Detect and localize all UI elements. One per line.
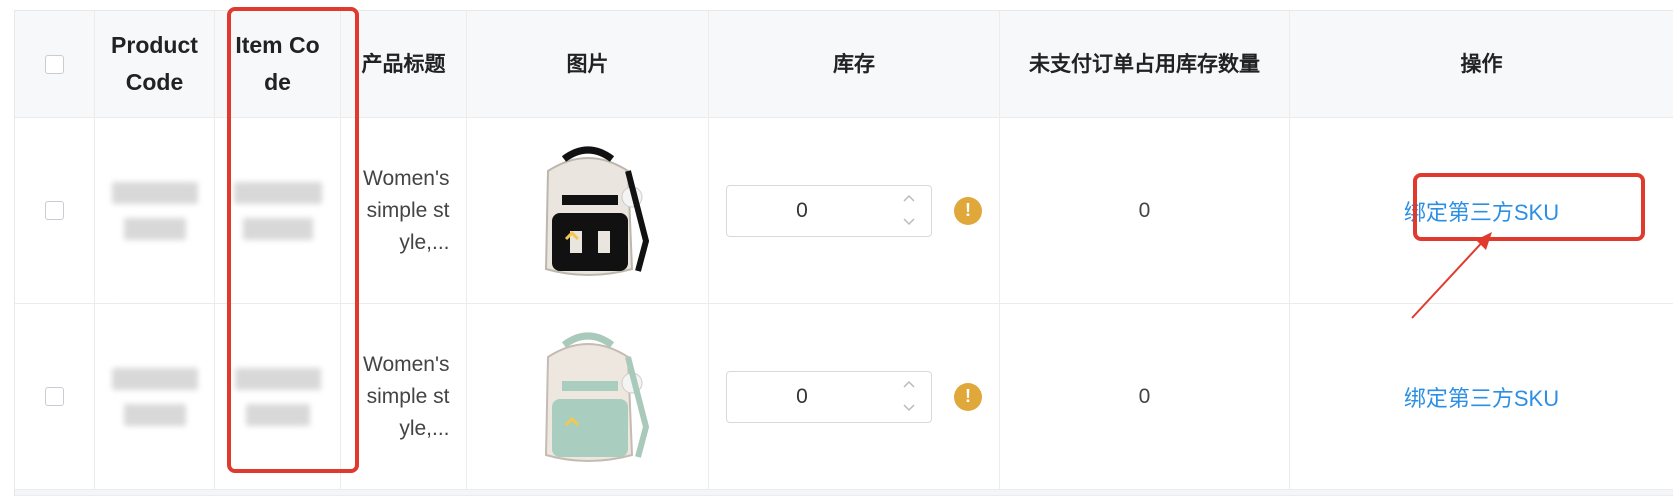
chevron-down-icon[interactable]	[903, 400, 915, 412]
select-all-checkbox[interactable]	[45, 54, 64, 74]
header-title: 产品标题	[341, 11, 467, 118]
warning-icon[interactable]: !	[954, 196, 982, 225]
row2-item-code	[215, 304, 341, 490]
row2-product-code	[95, 304, 215, 490]
backpack-black-white-image	[505, 130, 670, 291]
row2-select	[15, 304, 95, 490]
row2-unpaid-value: 0	[1138, 384, 1151, 408]
header-title-label: 产品标题	[361, 52, 446, 76]
row1-unpaid-value: 0	[1138, 198, 1151, 222]
header-actions-label: 操作	[1460, 52, 1503, 76]
header-select-all	[15, 11, 95, 118]
row2-stock-input[interactable]: 0	[726, 370, 932, 423]
header-actions: 操作	[1290, 11, 1673, 118]
header-stock: 库存	[709, 11, 1000, 118]
row1-stock-value: 0	[796, 198, 808, 222]
row1-stock-input[interactable]: 0	[726, 184, 932, 237]
header-image-label: 图片	[566, 52, 609, 76]
backpack-green-white-image	[505, 316, 670, 477]
row2-title-text: Women's simple style,...	[363, 352, 450, 440]
row2-stock-value: 0	[796, 384, 808, 408]
sku-table: Product Code Item Code 产品标题 图片 库存 未支付订单占…	[14, 10, 1673, 496]
chevron-up-icon[interactable]	[903, 192, 915, 204]
row1-stock: 0 !	[709, 118, 1000, 304]
row1-unpaid: 0	[1000, 118, 1290, 304]
row2-product-code-redacted	[111, 367, 198, 426]
row1-checkbox[interactable]	[45, 201, 64, 220]
row1-bind-sku-link[interactable]: 绑定第三方SKU	[1404, 195, 1559, 227]
header-item-code-label: Item Code	[235, 32, 320, 95]
row2-bind-sku-link[interactable]: 绑定第三方SKU	[1404, 381, 1559, 413]
row2-checkbox[interactable]	[45, 387, 64, 406]
row2-title: Women's simple style,...	[341, 304, 467, 490]
header-unpaid-stock: 未支付订单占用库存数量	[1000, 11, 1290, 118]
table-bottom-edge	[15, 490, 1673, 496]
row1-select	[15, 118, 95, 304]
chevron-down-icon[interactable]	[903, 214, 915, 226]
row1-title-text: Women's simple style,...	[363, 166, 450, 254]
warning-icon[interactable]: !	[954, 382, 982, 411]
row2-actions: 绑定第三方SKU	[1290, 304, 1673, 490]
row1-title: Women's simple style,...	[341, 118, 467, 304]
header-stock-label: 库存	[833, 52, 875, 76]
row2-unpaid: 0	[1000, 304, 1290, 490]
header-image: 图片	[467, 11, 709, 118]
row2-item-code-redacted	[234, 367, 321, 426]
header-item-code: Item Code	[215, 11, 341, 118]
header-product-code: Product Code	[95, 11, 215, 118]
row2-image	[467, 304, 709, 490]
row2-stock: 0 !	[709, 304, 1000, 490]
row1-product-code	[95, 118, 215, 304]
chevron-up-icon[interactable]	[903, 378, 915, 390]
row1-image	[467, 118, 709, 304]
row1-actions: 绑定第三方SKU	[1290, 118, 1673, 304]
row1-product-code-redacted	[111, 181, 198, 240]
row1-item-code	[215, 118, 341, 304]
row1-item-code-redacted	[233, 181, 322, 240]
header-product-code-label: Product Code	[111, 32, 198, 95]
header-unpaid-stock-label: 未支付订单占用库存数量	[1029, 52, 1260, 76]
